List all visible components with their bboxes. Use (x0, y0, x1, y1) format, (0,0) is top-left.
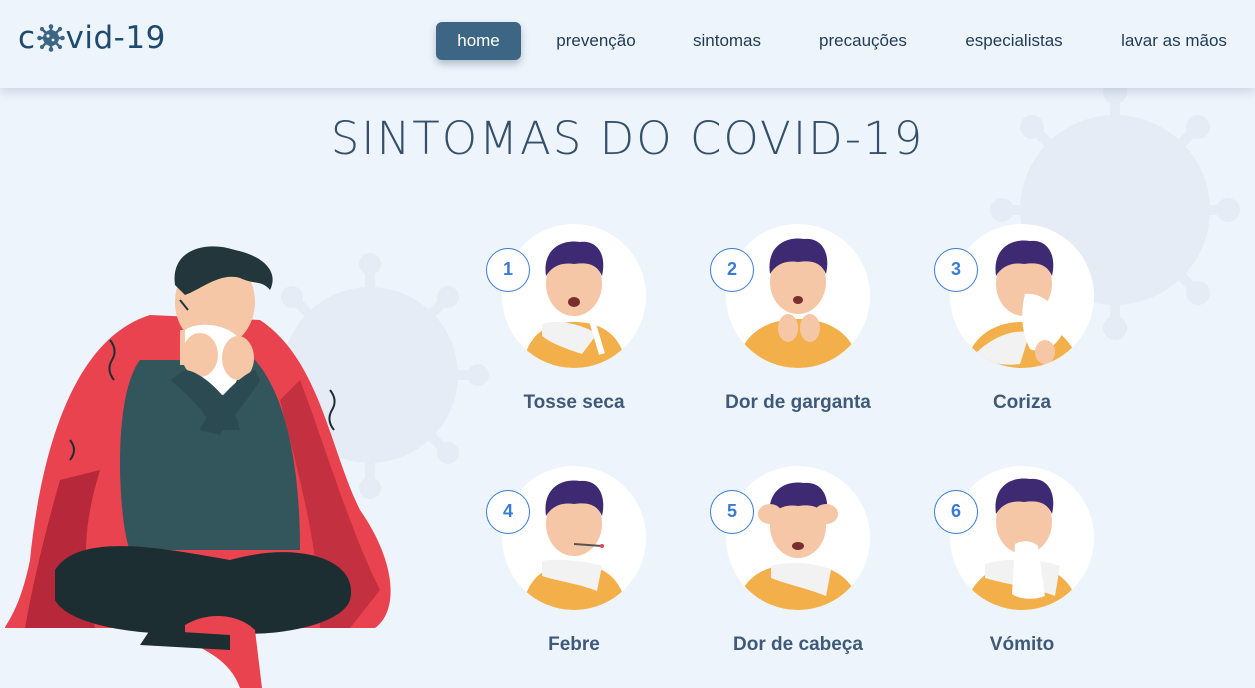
symptom-image (726, 466, 870, 610)
symptom-number: 4 (486, 490, 530, 534)
symptom-label: Dor de garganta (725, 392, 871, 413)
page-title: SINTOMAS DO COVID-19 (330, 112, 925, 165)
symptom-label: Dor de cabeça (733, 634, 863, 655)
symptom-number: 5 (710, 490, 754, 534)
sick-person-illustration (5, 246, 391, 688)
symptom-number: 6 (934, 490, 978, 534)
nav-links: home prevenção sintomas precauções espec… (0, 22, 1255, 60)
nav-item-prevencao[interactable]: prevenção (546, 22, 646, 60)
symptom-image (502, 224, 646, 368)
nav-item-especialistas[interactable]: especialistas (954, 22, 1074, 60)
symptom-number: 1 (486, 248, 530, 292)
nav-item-precaucoes[interactable]: precauções (808, 22, 918, 60)
symptom-image (726, 224, 870, 368)
symptom-image (950, 224, 1094, 368)
symptom-card[interactable]: 2 Dor de garganta (710, 224, 920, 424)
symptom-card[interactable]: 4 Febre (486, 466, 696, 666)
symptom-card[interactable]: 6 Vómito (934, 466, 1144, 666)
symptom-card[interactable]: 5 Dor de cabeça (710, 466, 920, 666)
navbar: c vid-19 home prevenção sintomas precauç… (0, 0, 1255, 88)
symptom-number: 2 (710, 248, 754, 292)
nav-item-home[interactable]: home (436, 22, 521, 60)
symptom-label: Vómito (989, 634, 1055, 655)
symptom-image (950, 466, 1094, 610)
symptom-label: Febre (548, 634, 600, 655)
symptom-card[interactable]: 3 Coriza (934, 224, 1144, 424)
nav-item-sintomas[interactable]: sintomas (684, 22, 770, 60)
symptom-label: Tosse seca (523, 392, 625, 413)
symptom-number: 3 (934, 248, 978, 292)
nav-item-lavar-as-maos[interactable]: lavar as mãos (1110, 22, 1238, 60)
symptom-image (502, 466, 646, 610)
symptom-card[interactable]: 1 Tosse seca (486, 224, 696, 424)
symptom-label: Coriza (992, 392, 1052, 413)
